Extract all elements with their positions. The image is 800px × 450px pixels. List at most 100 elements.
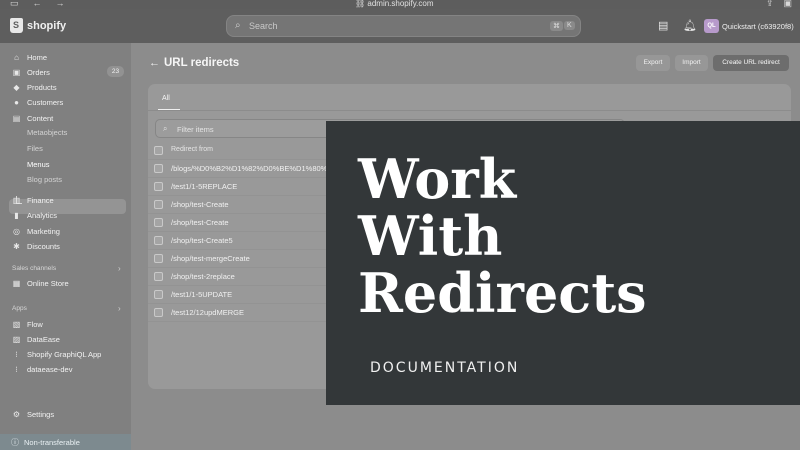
create-url-redirect-button[interactable]: Create URL redirect (713, 55, 789, 71)
sidebar-item-label: Marketing (27, 226, 60, 236)
inbox-icon: ▣ (12, 67, 21, 77)
overlay-title-line: With (358, 204, 503, 268)
url-text: admin.shopify.com (367, 0, 434, 8)
shopify-logo[interactable]: shopify (10, 18, 66, 33)
row-checkbox[interactable] (154, 236, 163, 245)
sidebar-item-home[interactable]: ⌂ Home (12, 51, 47, 63)
sidebar-item-blog-posts[interactable]: Blog posts (27, 174, 62, 186)
row-checkbox[interactable] (154, 272, 163, 281)
overlay-subtitle: DOCUMENTATION (370, 360, 520, 376)
tabs-icon[interactable]: ▣ (783, 0, 792, 9)
app-icon: ⁝ (15, 364, 18, 374)
documentation-overlay: Work With Redirects DOCUMENTATION (326, 121, 800, 405)
store-icon[interactable]: ▤ (658, 19, 668, 32)
overlay-title: Work With Redirects (358, 151, 647, 322)
discount-icon: ✱ (13, 241, 20, 251)
bell-icon[interactable]: 🔔︎ (683, 19, 697, 32)
sidebar-item-marketing[interactable]: ◎ Marketing (12, 225, 60, 237)
non-transferable-text: Non-transferable (24, 438, 80, 447)
redirect-from-cell: /test1/1-5UPDATE (171, 290, 233, 299)
sidebar-item-files[interactable]: Files (27, 143, 43, 155)
import-button[interactable]: Import (675, 55, 708, 71)
sidebar-item-label: Discounts (27, 241, 60, 251)
avatar[interactable]: QL (704, 19, 719, 33)
browser-toolbar: ▭ ← → ⛓ admin.shopify.com ⇪ ▣ (0, 0, 800, 9)
row-checkbox[interactable] (154, 182, 163, 191)
sidebar-item-label: Flow (27, 319, 43, 329)
sidebar-item-label: Home (27, 52, 48, 62)
sidebar-item-graphiql[interactable]: ⁝ Shopify GraphiQL App (12, 348, 101, 360)
shortcut-cmd: ⌘ (550, 21, 563, 31)
redirect-from-cell: /shop/test-Create (171, 218, 229, 227)
apps-label: Apps (12, 305, 27, 312)
sidebar-item-online-store[interactable]: ▦ Online Store (12, 277, 69, 289)
search-input[interactable]: ⌕ Search ⌘ K (226, 15, 581, 37)
row-checkbox[interactable] (154, 200, 163, 209)
browser-nav: ▭ ← → (10, 0, 65, 9)
gear-icon: ⚙ (12, 409, 21, 419)
brand-name: shopify (27, 19, 67, 32)
redirect-from-cell: /shop/test-Create5 (171, 236, 233, 245)
sidebar-item-customers[interactable]: ● Customers (12, 96, 63, 108)
select-all-checkbox[interactable] (154, 146, 163, 155)
search-icon: ⌕ (163, 124, 168, 133)
bank-icon: ▥ (12, 195, 21, 205)
share-icon[interactable]: ⇪ (766, 0, 774, 9)
sidebar-item-label: Finance (27, 195, 54, 205)
back-icon[interactable]: ← (33, 0, 42, 9)
sidebar-item-flow[interactable]: ▧ Flow (12, 318, 43, 330)
sidebar-item-dataease[interactable]: ▨ DataEase (12, 333, 60, 345)
tab-all[interactable]: All (162, 95, 170, 102)
sidebar-item-label: DataEase (27, 334, 60, 344)
target-icon: ◎ (13, 226, 20, 236)
sidebar-item-discounts[interactable]: ✱ Discounts (12, 240, 60, 252)
link-icon: ⛓ (355, 0, 368, 8)
sales-channels-label: Sales channels (12, 265, 57, 272)
row-checkbox[interactable] (154, 254, 163, 263)
redirect-from-cell: /shop/test-Create (171, 200, 229, 209)
store-name[interactable]: Quickstart (c63920f8) (722, 22, 794, 31)
forward-icon[interactable]: → (56, 0, 65, 9)
redirect-from-cell: /blogs/%D0%B2%D1%82%D0%BE%D1%80%D0 (171, 164, 337, 173)
sidebar-item-orders[interactable]: ▣ Orders (12, 66, 50, 78)
export-button[interactable]: Export (636, 55, 670, 71)
redirect-from-cell: /test12/12updMERGE (171, 308, 244, 317)
sidebar-toggle-icon[interactable]: ▭ (10, 0, 19, 9)
filter-placeholder: Filter items (177, 125, 214, 134)
sidebar-item-label: Settings (27, 409, 55, 419)
sidebar-item-label: Analytics (27, 210, 58, 220)
row-checkbox[interactable] (154, 308, 163, 317)
sidebar-item-metaobjects[interactable]: Metaobjects (27, 127, 67, 139)
row-checkbox[interactable] (154, 218, 163, 227)
overlay-title-line: Redirects (358, 261, 647, 325)
non-transferable-banner[interactable]: ⓘ Non-transferable (0, 434, 131, 450)
sidebar-item-settings[interactable]: ⚙ Settings (12, 408, 54, 420)
sidebar-item-finance[interactable]: ▥ Finance (12, 194, 54, 206)
sidebar-item-analytics[interactable]: ▮ Analytics (12, 209, 57, 221)
sidebar-item-label: Products (27, 82, 57, 92)
browser-actions: ⇪ ▣ (766, 0, 792, 9)
sidebar-item-menus[interactable]: Menus (27, 159, 50, 171)
tag-icon: ◆ (13, 82, 20, 92)
row-checkbox[interactable] (154, 164, 163, 173)
sidebar-item-products[interactable]: ◆ Products (12, 81, 57, 93)
overlay-title-line: Work (358, 147, 517, 211)
column-redirect-from: Redirect from (171, 146, 214, 153)
bar-chart-icon: ▮ (14, 210, 19, 220)
search-placeholder: Search (249, 21, 278, 31)
sidebar-item-content[interactable]: ▤ Content (12, 112, 54, 124)
sidebar-item-label: Online Store (27, 278, 69, 288)
search-icon: ⌕ (235, 20, 241, 31)
orders-count-badge: 23 (107, 66, 124, 77)
redirect-from-cell: /shop/test-mergeCreate (171, 254, 250, 263)
chevron-right-icon[interactable]: › (118, 264, 121, 273)
divider (148, 110, 791, 111)
shortcut-key: K (564, 21, 575, 30)
sidebar-item-label: dataease-dev (27, 364, 73, 374)
row-checkbox[interactable] (154, 290, 163, 299)
sidebar-item-dataease-dev[interactable]: ⁝ dataease-dev (12, 363, 72, 375)
redirect-from-cell: /shop/test-2replace (171, 272, 235, 281)
chevron-right-icon[interactable]: › (118, 304, 121, 313)
address-bar[interactable]: ⛓ admin.shopify.com (355, 0, 434, 8)
back-arrow-icon[interactable]: ← (149, 57, 160, 69)
